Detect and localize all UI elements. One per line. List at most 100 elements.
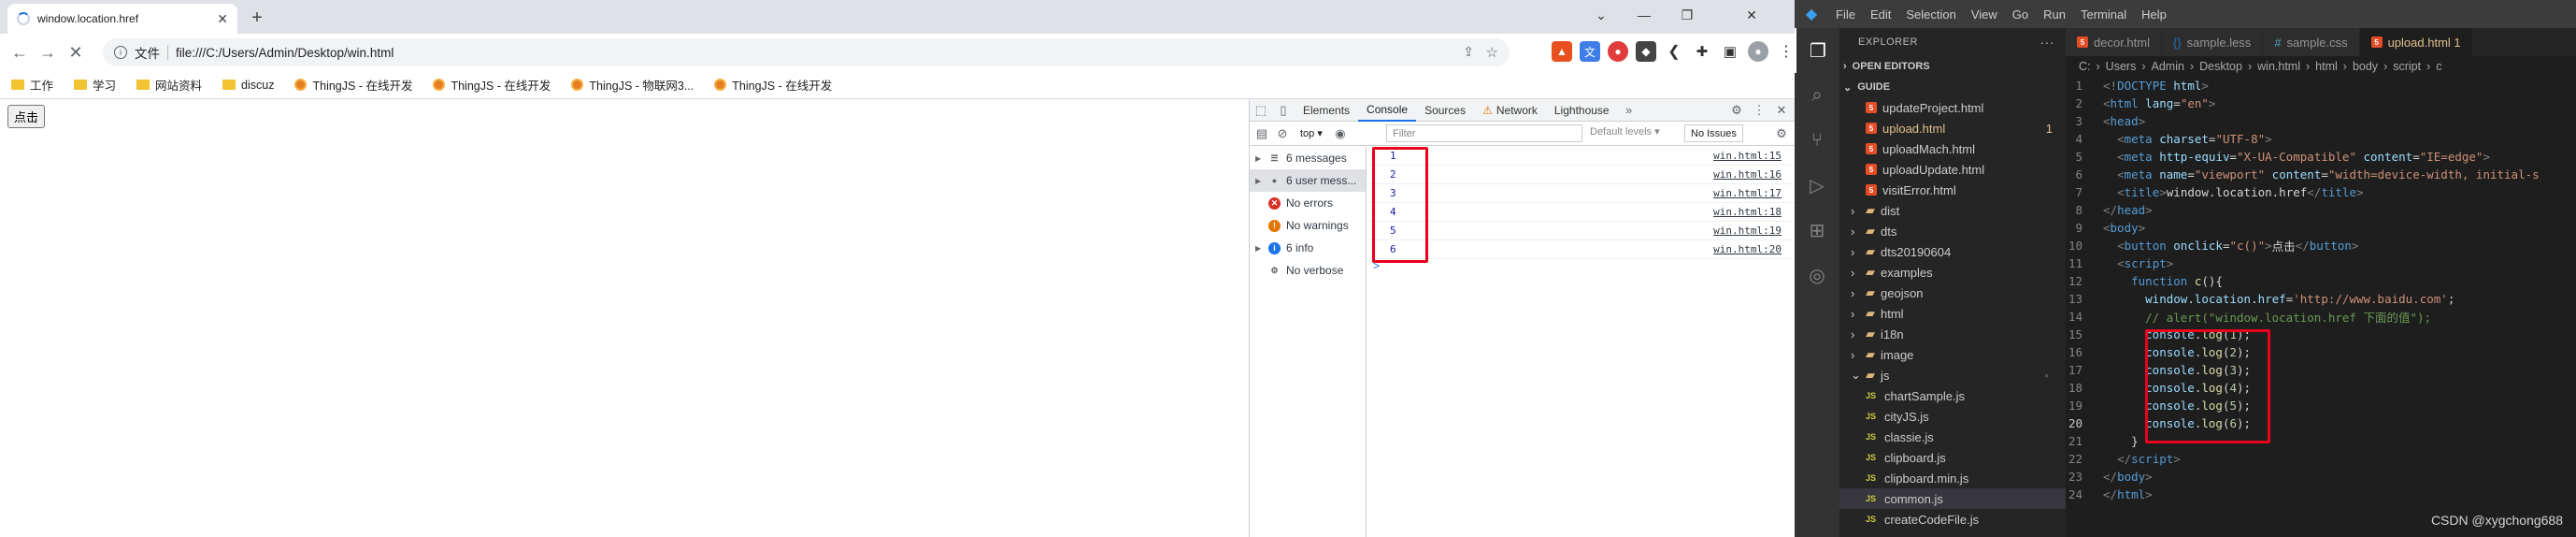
- folder-item[interactable]: › ▰ i18n: [1839, 324, 2066, 344]
- context-selector[interactable]: top ▾: [1300, 127, 1323, 139]
- log-source-link[interactable]: win.html:18: [1713, 206, 1782, 218]
- bookmark-item[interactable]: 网站资料: [136, 76, 202, 94]
- menu-item[interactable]: Terminal: [2073, 7, 2134, 22]
- log-source-link[interactable]: win.html:15: [1713, 150, 1782, 162]
- bookmark-item[interactable]: 工作: [11, 76, 53, 94]
- breadcrumb-item[interactable]: Admin: [2152, 60, 2184, 73]
- explorer-files-icon[interactable]: ❐: [1795, 28, 1839, 73]
- restore-button[interactable]: ❐: [1666, 0, 1709, 30]
- more-tabs-icon[interactable]: »: [1618, 99, 1640, 122]
- file-item[interactable]: JS classie.js: [1839, 427, 2066, 447]
- console-sidebar-item[interactable]: ▶ i 6 info: [1250, 237, 1366, 259]
- breadcrumb-item[interactable]: c: [2436, 60, 2441, 73]
- bookmark-item[interactable]: ThingJS - 在线开发: [294, 76, 412, 94]
- folder-item[interactable]: › ▰ dts: [1839, 221, 2066, 241]
- folder-item[interactable]: › ▰ dts20190604: [1839, 241, 2066, 262]
- file-item[interactable]: JS cityJS.js: [1839, 406, 2066, 427]
- bookmark-star-icon[interactable]: ☆: [1486, 44, 1498, 61]
- tab-console[interactable]: Console: [1358, 99, 1417, 122]
- editor-tab[interactable]: 5 decor.html: [2066, 28, 2162, 56]
- folder-item[interactable]: › ▰ examples: [1839, 262, 2066, 283]
- breadcrumb-item[interactable]: script: [2393, 60, 2421, 73]
- editor-tab[interactable]: {} sample.less: [2161, 28, 2264, 56]
- editor-tab[interactable]: 5 upload.html 1: [2359, 28, 2473, 56]
- device-toolbar-icon[interactable]: ▯: [1272, 99, 1295, 122]
- workspace-section[interactable]: ⌄ GUIDE: [1839, 77, 2066, 97]
- browser-tab[interactable]: window.location.href ✕: [7, 4, 237, 34]
- console-sidebar-item[interactable]: ▶ ● 6 user mess...: [1250, 169, 1366, 192]
- issues-button[interactable]: No Issues: [1684, 124, 1743, 142]
- forward-button[interactable]: →: [34, 38, 62, 66]
- address-bar[interactable]: i 文件 file:///C:/Users/Admin/Desktop/win.…: [103, 38, 1510, 66]
- extensions-puzzle-icon[interactable]: ✚: [1692, 41, 1712, 62]
- share-icon[interactable]: ⇪: [1463, 44, 1474, 60]
- source-control-icon[interactable]: ⑂: [1795, 118, 1839, 163]
- tab-elements[interactable]: Elements: [1295, 99, 1358, 122]
- breadcrumb-item[interactable]: win.html: [2257, 60, 2300, 73]
- console-prompt[interactable]: >: [1367, 259, 1795, 272]
- file-item[interactable]: JS createCodeFile.js: [1839, 509, 2066, 530]
- bookmark-item[interactable]: ThingJS - 在线开发: [714, 76, 832, 94]
- file-item[interactable]: 5 updateProject.html: [1839, 97, 2066, 118]
- menu-item[interactable]: Edit: [1863, 7, 1898, 22]
- more-actions-icon[interactable]: ···: [2040, 35, 2055, 50]
- inspect-element-icon[interactable]: ⬚: [1250, 99, 1272, 122]
- site-info-icon[interactable]: i: [114, 46, 127, 59]
- bookmark-item[interactable]: discuz: [222, 79, 274, 92]
- extension-icon[interactable]: ●: [1608, 41, 1628, 62]
- settings-gear-icon[interactable]: ⚙: [1725, 99, 1748, 122]
- extensions-icon[interactable]: ⊞: [1795, 208, 1839, 253]
- menu-item[interactable]: Help: [2134, 7, 2174, 22]
- profile-avatar-icon[interactable]: ●: [1748, 41, 1768, 62]
- menu-kebab-icon[interactable]: ⋮: [1776, 41, 1795, 62]
- breadcrumb-item[interactable]: Desktop: [2199, 60, 2242, 73]
- menu-item[interactable]: Selection: [1898, 7, 1963, 22]
- devtools-menu-icon[interactable]: ⋮: [1748, 99, 1770, 122]
- live-expression-eye-icon[interactable]: ◉: [1332, 123, 1349, 145]
- file-item[interactable]: JS clipboard.min.js: [1839, 468, 2066, 488]
- tab-sources[interactable]: Sources: [1416, 99, 1474, 122]
- file-item[interactable]: 5 uploadUpdate.html: [1839, 159, 2066, 180]
- open-editors-section[interactable]: › OPEN EDITORS: [1839, 56, 2066, 77]
- console-sidebar-item[interactable]: ▶ ☰ 6 messages: [1250, 147, 1366, 169]
- run-debug-icon[interactable]: ▷: [1795, 163, 1839, 208]
- folder-item[interactable]: › ▰ image: [1839, 344, 2066, 365]
- log-source-link[interactable]: win.html:20: [1713, 243, 1782, 255]
- menu-item[interactable]: View: [1964, 7, 2005, 22]
- search-icon[interactable]: ⌕: [1795, 73, 1839, 118]
- extension-icon[interactable]: ◆: [1636, 41, 1656, 62]
- breadcrumb-item[interactable]: body: [2353, 60, 2378, 73]
- console-sidebar-item[interactable]: ! No warnings: [1250, 214, 1366, 237]
- folder-item[interactable]: › ▰ html: [1839, 303, 2066, 324]
- breadcrumb-item[interactable]: Users: [2106, 60, 2137, 73]
- address-url[interactable]: file:///C:/Users/Admin/Desktop/win.html: [176, 46, 394, 60]
- close-tab-icon[interactable]: ✕: [217, 11, 228, 27]
- menu-item[interactable]: Go: [2005, 7, 2036, 22]
- breadcrumb-item[interactable]: html: [2315, 60, 2338, 73]
- new-tab-button[interactable]: +: [245, 6, 269, 30]
- remote-explorer-icon[interactable]: ◎: [1795, 253, 1839, 298]
- back-arrow-extension-icon[interactable]: ❮: [1664, 41, 1684, 62]
- file-item[interactable]: JS common.js: [1839, 488, 2066, 509]
- clear-console-icon[interactable]: ⊘: [1274, 123, 1291, 145]
- tab-lighthouse[interactable]: Lighthouse: [1546, 99, 1618, 122]
- breadcrumb-item[interactable]: C:: [2079, 60, 2091, 73]
- log-source-link[interactable]: win.html:16: [1713, 168, 1782, 181]
- stop-loading-button[interactable]: ✕: [62, 38, 90, 66]
- file-item[interactable]: JS clipboard.js: [1839, 447, 2066, 468]
- file-item[interactable]: JS chartSample.js: [1839, 385, 2066, 406]
- close-devtools-icon[interactable]: ✕: [1770, 99, 1793, 122]
- bookmark-item[interactable]: 学习: [74, 76, 116, 94]
- file-item[interactable]: 5 uploadMach.html: [1839, 138, 2066, 159]
- back-button[interactable]: ←: [6, 38, 34, 66]
- log-source-link[interactable]: win.html:19: [1713, 225, 1782, 237]
- extension-icon[interactable]: ▲: [1552, 41, 1572, 62]
- bookmark-item[interactable]: ThingJS - 物联网3...: [571, 76, 694, 94]
- console-filter-input[interactable]: Filter: [1386, 124, 1582, 142]
- file-item[interactable]: 5 upload.html 1: [1839, 118, 2066, 138]
- console-sidebar-item[interactable]: ⚙ No verbose: [1250, 259, 1366, 282]
- close-window-button[interactable]: ✕: [1709, 0, 1795, 30]
- log-source-link[interactable]: win.html:17: [1713, 187, 1782, 199]
- menu-item[interactable]: Run: [2036, 7, 2073, 22]
- page-click-button[interactable]: 点击: [7, 105, 46, 128]
